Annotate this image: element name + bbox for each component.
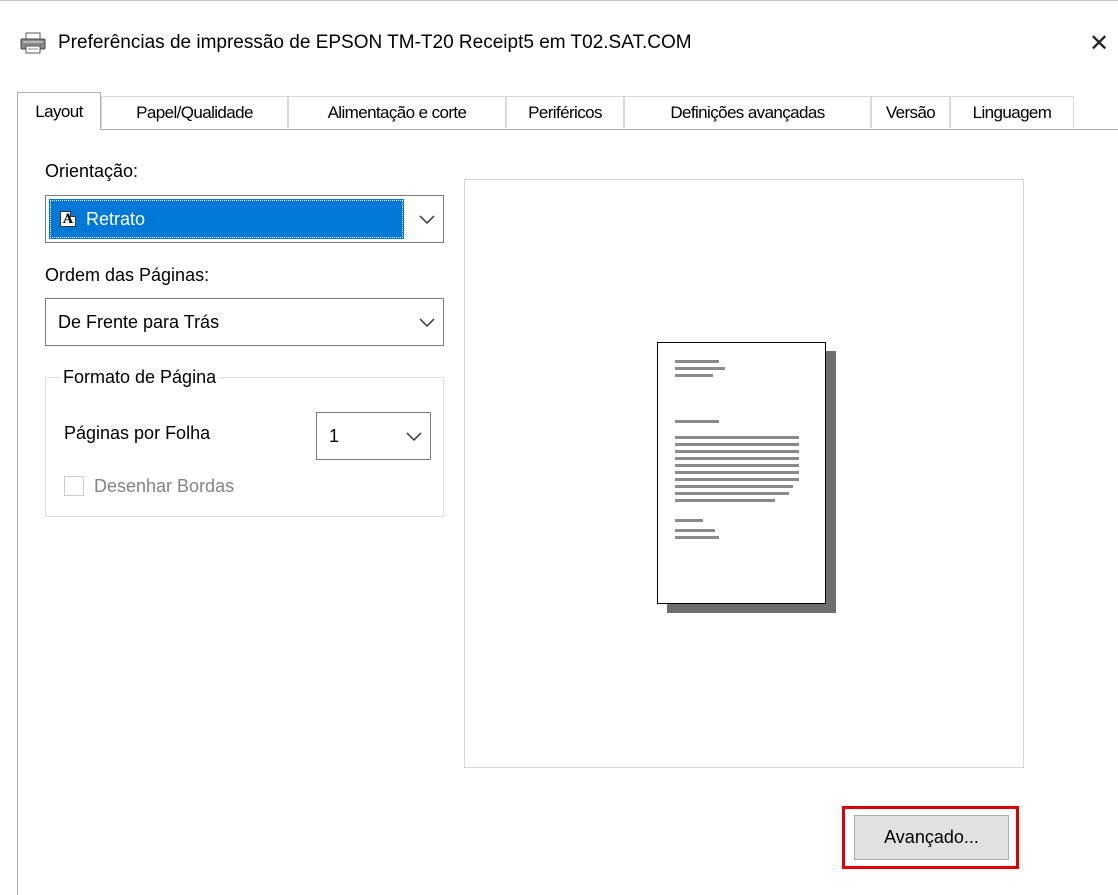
tab-versao[interactable]: Versão — [871, 96, 950, 128]
orientation-label: Orientação: — [45, 161, 139, 181]
orientation-value: A Retrato — [60, 196, 145, 242]
window-title: Preferências de impressão de EPSON TM-T2… — [58, 32, 692, 53]
tab-perifericos[interactable]: Periféricos — [506, 96, 624, 128]
draw-borders-label: Desenhar Bordas — [94, 476, 235, 496]
tab-definicoes-avancadas[interactable]: Definições avançadas — [624, 96, 871, 128]
preview-page — [657, 342, 826, 604]
tab-linguagem[interactable]: Linguagem — [950, 96, 1074, 128]
advanced-button[interactable]: Avançado... — [854, 815, 1009, 860]
draw-borders-checkbox[interactable] — [64, 476, 84, 496]
page-order-label: Ordem das Páginas: — [45, 265, 210, 285]
close-button[interactable]: ✕ — [1084, 28, 1114, 58]
close-icon: ✕ — [1088, 29, 1110, 57]
tab-alimentacao-corte[interactable]: Alimentação e corte — [288, 96, 506, 128]
tab-papel-qualidade[interactable]: Papel/Qualidade — [101, 96, 288, 128]
title-bar: Preferências de impressão de EPSON TM-T2… — [0, 20, 1118, 72]
window-top-border — [0, 0, 1118, 1]
chevron-down-icon — [419, 215, 435, 225]
pages-per-sheet-label: Páginas por Folha — [64, 423, 211, 443]
orientation-dropdown[interactable]: A Retrato — [45, 195, 444, 243]
pages-per-sheet-value: 1 — [329, 425, 340, 446]
chevron-down-icon — [406, 432, 422, 442]
page-order-dropdown[interactable]: De Frente para Trás — [45, 298, 444, 346]
orientation-value-text: Retrato — [86, 208, 146, 229]
tab-layout[interactable]: Layout — [17, 92, 101, 130]
pages-per-sheet-dropdown[interactable]: 1 — [316, 412, 431, 460]
page-format-title: Formato de Página — [60, 367, 220, 388]
portrait-page-icon: A — [60, 211, 76, 227]
page-order-value: De Frente para Trás — [58, 311, 220, 332]
printer-icon — [20, 32, 46, 54]
chevron-down-icon — [419, 318, 435, 328]
